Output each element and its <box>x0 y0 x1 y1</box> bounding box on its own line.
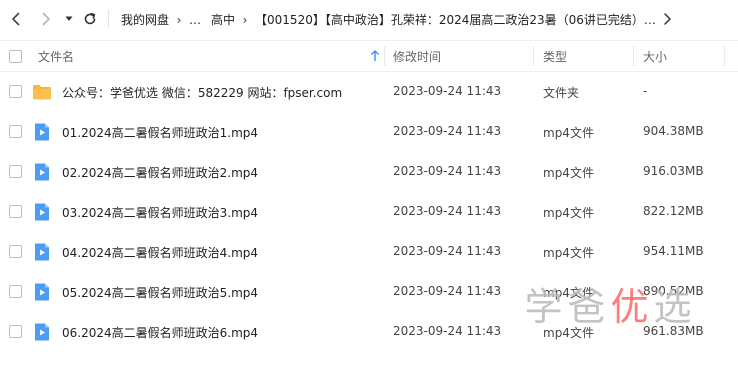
file-mtime: 2023-09-24 11:43 <box>393 124 502 138</box>
column-header-type-label: 类型 <box>543 49 568 64</box>
row-checkbox[interactable] <box>9 165 22 178</box>
column-header-name-label: 文件名 <box>38 49 75 64</box>
breadcrumb-item-gaozhong[interactable]: 高中 <box>211 11 235 28</box>
back-button[interactable] <box>6 9 26 29</box>
chevron-right-icon <box>42 12 50 26</box>
column-header-name[interactable]: 文件名 <box>38 41 384 71</box>
breadcrumb-more-button[interactable] <box>662 12 672 29</box>
file-name[interactable]: 01.2024高二暑假名师班政治1.mp4 <box>62 124 258 141</box>
watermark-char-accent: 优 <box>610 285 649 329</box>
file-list-header: 文件名 修改时间 类型 大小 <box>0 40 738 72</box>
file-type: mp4文件 <box>543 206 594 220</box>
file-name[interactable]: 02.2024高二暑假名师班政治2.mp4 <box>62 164 258 181</box>
caret-down-icon <box>65 16 73 21</box>
video-file-icon <box>35 123 49 141</box>
file-mtime: 2023-09-24 11:43 <box>393 204 502 218</box>
column-divider[interactable] <box>633 46 634 66</box>
select-all-checkbox[interactable] <box>9 50 22 63</box>
breadcrumb-separator-icon: › <box>242 12 248 27</box>
file-type: 文件夹 <box>543 86 580 100</box>
row-checkbox[interactable] <box>9 285 22 298</box>
row-checkbox[interactable] <box>9 245 22 258</box>
file-type: mp4文件 <box>543 246 594 260</box>
column-header-size[interactable]: 大小 <box>643 41 667 71</box>
file-mtime: 2023-09-24 11:43 <box>393 284 502 298</box>
column-header-type[interactable]: 类型 <box>543 41 567 71</box>
column-divider[interactable] <box>384 46 385 66</box>
toolbar-divider <box>108 10 109 28</box>
file-mtime: 2023-09-24 11:43 <box>393 324 502 338</box>
watermark: 学 爸 优 选 <box>522 284 694 330</box>
video-file-icon <box>35 283 49 301</box>
refresh-button[interactable] <box>80 9 100 29</box>
breadcrumb-separator-icon: › <box>176 12 182 27</box>
refresh-icon <box>84 12 96 25</box>
file-name[interactable]: 公众号：学爸优选 微信：582229 网站：fpser.com <box>62 84 342 101</box>
file-row[interactable]: 02.2024高二暑假名师班政治2.mp4 2023-09-24 11:43 m… <box>0 152 738 192</box>
column-divider[interactable] <box>724 46 725 66</box>
file-row-folder[interactable]: 公众号：学爸优选 微信：582229 网站：fpser.com 2023-09-… <box>0 72 738 112</box>
breadcrumb-item-ellipsis[interactable]: … <box>189 13 201 27</box>
watermark-char: 选 <box>653 285 692 329</box>
file-mtime: 2023-09-24 11:43 <box>393 244 502 258</box>
row-checkbox[interactable] <box>9 205 22 218</box>
breadcrumb-item-current[interactable]: 【001520】【高中政治】孔荣祥：2024届高二政治23暑（06讲已完结）… <box>255 11 656 28</box>
file-name[interactable]: 05.2024高二暑假名师班政治5.mp4 <box>62 284 258 301</box>
sort-ascending-icon[interactable] <box>370 50 380 65</box>
watermark-char: 爸 <box>567 285 606 329</box>
file-size: 954.11MB <box>643 244 704 258</box>
column-header-size-label: 大小 <box>643 49 668 64</box>
video-file-icon <box>35 243 49 261</box>
column-header-mtime-label: 修改时间 <box>393 49 442 64</box>
row-checkbox[interactable] <box>9 125 22 138</box>
forward-button[interactable] <box>36 9 56 29</box>
file-size: 822.12MB <box>643 204 704 218</box>
file-row[interactable]: 01.2024高二暑假名师班政治1.mp4 2023-09-24 11:43 m… <box>0 112 738 152</box>
watermark-char: 学 <box>524 285 563 329</box>
file-type: mp4文件 <box>543 166 594 180</box>
column-divider[interactable] <box>533 46 534 66</box>
chevron-right-icon <box>664 13 671 25</box>
file-row[interactable]: 04.2024高二暑假名师班政治4.mp4 2023-09-24 11:43 m… <box>0 232 738 272</box>
file-name[interactable]: 06.2024高二暑假名师班政治6.mp4 <box>62 324 258 341</box>
file-name[interactable]: 03.2024高二暑假名师班政治3.mp4 <box>62 204 258 221</box>
chevron-left-icon <box>12 12 20 26</box>
breadcrumb: 我的网盘 › … 高中 › 【001520】【高中政治】孔荣祥：2024届高二政… <box>121 11 656 28</box>
file-size: 916.03MB <box>643 164 704 178</box>
toolbar: 我的网盘 › … 高中 › 【001520】【高中政治】孔荣祥：2024届高二政… <box>0 0 738 38</box>
row-checkbox[interactable] <box>9 325 22 338</box>
history-dropdown-button[interactable] <box>62 9 76 29</box>
file-mtime: 2023-09-24 11:43 <box>393 164 502 178</box>
video-file-icon <box>35 203 49 221</box>
file-type: mp4文件 <box>543 126 594 140</box>
video-file-icon <box>35 163 49 181</box>
video-file-icon <box>35 323 49 341</box>
file-name[interactable]: 04.2024高二暑假名师班政治4.mp4 <box>62 244 258 261</box>
file-size: - <box>643 84 648 98</box>
file-size: 904.38MB <box>643 124 704 138</box>
folder-icon <box>33 85 51 100</box>
column-header-mtime[interactable]: 修改时间 <box>393 41 441 71</box>
row-checkbox[interactable] <box>9 85 22 98</box>
file-mtime: 2023-09-24 11:43 <box>393 84 502 98</box>
breadcrumb-item-root[interactable]: 我的网盘 <box>121 11 169 28</box>
file-row[interactable]: 03.2024高二暑假名师班政治3.mp4 2023-09-24 11:43 m… <box>0 192 738 232</box>
